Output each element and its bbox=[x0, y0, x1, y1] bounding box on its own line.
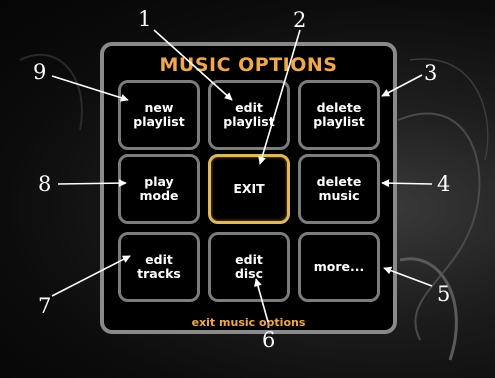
arrow-4 bbox=[381, 179, 433, 188]
callout-arrows bbox=[51, 29, 433, 323]
arrow-3 bbox=[381, 74, 423, 97]
callout-4: 4 bbox=[437, 172, 451, 196]
callout-8: 8 bbox=[38, 172, 52, 196]
arrow-2 bbox=[258, 29, 301, 165]
arrow-8 bbox=[57, 179, 127, 188]
arrow-7 bbox=[51, 255, 131, 297]
arrow-9 bbox=[51, 75, 129, 102]
callout-6: 6 bbox=[262, 328, 276, 352]
callout-2: 2 bbox=[293, 8, 307, 32]
callout-1: 1 bbox=[138, 7, 152, 31]
arrow-6 bbox=[254, 278, 269, 323]
callout-5: 5 bbox=[437, 282, 451, 306]
screen-background: MUSIC OPTIONS new playlist edit playlist… bbox=[0, 0, 495, 378]
callout-3: 3 bbox=[424, 61, 438, 85]
callout-7: 7 bbox=[38, 294, 52, 318]
callout-9: 9 bbox=[33, 60, 47, 84]
arrow-1 bbox=[153, 29, 233, 101]
arrow-5 bbox=[383, 266, 433, 287]
